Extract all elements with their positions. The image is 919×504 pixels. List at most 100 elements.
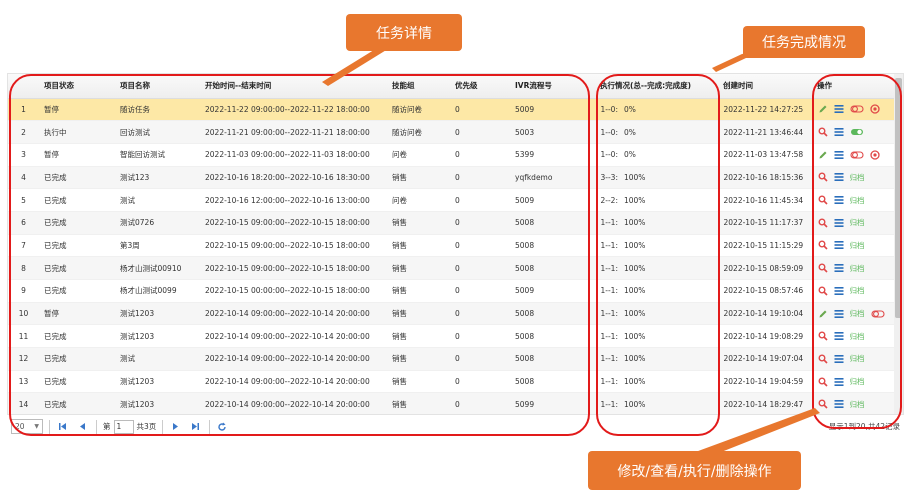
cell-priority: 0 — [451, 347, 511, 371]
search-icon[interactable] — [818, 195, 828, 205]
next-page-icon[interactable] — [167, 419, 183, 434]
col-header-ivr[interactable]: IVR流程号 — [511, 74, 596, 99]
refresh-icon[interactable] — [214, 419, 230, 434]
list-icon[interactable] — [834, 172, 844, 182]
search-icon[interactable] — [818, 354, 828, 364]
table-row[interactable]: 9 已完成 杨才山测试0099 2022-10-15 00:00:00--2022-1… — [8, 279, 903, 303]
last-page-icon[interactable] — [187, 419, 203, 434]
list-icon[interactable] — [834, 399, 844, 409]
search-icon[interactable] — [818, 263, 828, 273]
cell-exec: 1--1: 100% — [596, 302, 720, 326]
col-header-created[interactable]: 创建时间 — [719, 74, 813, 99]
list-icon[interactable] — [834, 331, 844, 341]
scrollbar-thumb[interactable] — [895, 78, 902, 318]
search-icon[interactable] — [818, 172, 828, 182]
table-row[interactable]: 3 暂停 智能回访测试 2022-11-03 09:00:00--2022-11-03… — [8, 143, 903, 167]
cell-created: 2022-10-16 11:45:34 — [719, 188, 814, 212]
list-icon[interactable] — [834, 150, 844, 160]
task-completion-callout: 任务完成情况 — [743, 26, 865, 58]
page-number-input[interactable]: 1 — [113, 419, 134, 434]
cell-ops: 归档 — [813, 188, 903, 212]
table-row[interactable]: 11 已完成 测试1203 2022-10-14 09:00:00--2022-10-… — [8, 324, 903, 349]
table-row[interactable]: 4 已完成 测试123 2022-10-16 18:20:00--2022-10-16… — [8, 166, 903, 190]
operations-callout: 修改/查看/执行/删除操作 — [588, 451, 801, 490]
archive-link[interactable]: 归档 — [850, 240, 865, 251]
cell-status: 已完成 — [40, 234, 116, 258]
archive-link[interactable]: 归档 — [850, 217, 865, 228]
list-icon[interactable] — [834, 263, 844, 273]
task-grid: 项目状态 项目名称 开始时间--结束时间 技能组 优先级 IVR流程号 执行情况… — [7, 73, 904, 438]
cell-ops: 归档 — [813, 279, 903, 303]
cell-ops: 归档 — [813, 324, 903, 349]
col-header-exec[interactable]: 执行情况(总--完成:完成度) — [596, 74, 719, 99]
prev-page-icon[interactable] — [74, 419, 90, 434]
exec-percent: 100% — [623, 331, 646, 341]
list-icon[interactable] — [834, 127, 844, 137]
table-row[interactable]: 14 已完成 测试1203 2022-10-14 09:00:00--2022-10-… — [8, 392, 903, 417]
table-row[interactable]: 1 暂停 随访任务 2022-11-22 09:00:00--2022-11-22 1… — [8, 98, 903, 122]
page-size-select[interactable]: 20 ▼ — [11, 419, 43, 434]
table-row[interactable]: 13 已完成 测试1203 2022-10-14 09:00:00--2022-10-… — [8, 370, 903, 394]
table-row[interactable]: 5 已完成 测试 2022-10-16 12:00:00--2022-10-16 13… — [8, 188, 903, 212]
edit-icon[interactable] — [818, 309, 828, 319]
table-row[interactable]: 12 已完成 测试 2022-10-14 09:00:00--2022-10-14 2… — [8, 347, 903, 371]
vertical-scrollbar[interactable] — [894, 74, 903, 419]
archive-link[interactable]: 归档 — [850, 331, 865, 342]
cell-created: 2022-11-03 13:47:58 — [719, 143, 814, 167]
delete-icon[interactable] — [869, 104, 880, 114]
archive-link[interactable]: 归档 — [850, 195, 865, 206]
table-row[interactable]: 7 已完成 第3周 2022-10-15 09:00:00--2022-10-15 1… — [8, 234, 903, 258]
first-page-icon[interactable] — [54, 419, 70, 434]
page-size-value: 20 — [15, 422, 25, 431]
delete-icon[interactable] — [869, 150, 880, 160]
search-icon[interactable] — [818, 218, 828, 228]
run-toggle-icon[interactable] — [849, 104, 864, 114]
list-icon[interactable] — [834, 286, 844, 296]
cell-ops — [813, 143, 903, 167]
run-toggle-icon[interactable] — [870, 309, 885, 319]
col-header-priority[interactable]: 优先级 — [451, 74, 511, 99]
table-row[interactable]: 2 执行中 回访测试 2022-11-21 09:00:00--2022-11-21 … — [8, 120, 903, 144]
list-icon[interactable] — [834, 195, 844, 205]
table-row[interactable]: 8 已完成 杨才山测试00910 2022-10-15 09:00:00--2022-… — [8, 256, 904, 280]
chevron-down-icon: ▼ — [34, 423, 39, 430]
list-icon[interactable] — [834, 309, 844, 319]
cell-ops: 归档 — [813, 211, 903, 235]
archive-link[interactable]: 归档 — [850, 172, 865, 183]
col-header-name[interactable]: 项目名称 — [116, 74, 201, 99]
table-row[interactable]: 10 暂停 测试1203 2022-10-14 09:00:00--2022-10-1… — [8, 302, 903, 326]
search-icon[interactable] — [818, 127, 828, 137]
search-icon[interactable] — [818, 331, 828, 341]
list-icon[interactable] — [834, 104, 844, 114]
search-icon[interactable] — [818, 377, 828, 387]
list-icon[interactable] — [834, 354, 844, 364]
table-row[interactable]: 6 已完成 测试0726 2022-10-15 09:00:00--2022-10-1… — [8, 211, 903, 235]
col-header-status[interactable]: 项目状态 — [40, 74, 116, 99]
list-icon[interactable] — [834, 240, 844, 250]
running-toggle-icon[interactable] — [850, 127, 864, 137]
page-total-label: 共3页 — [136, 422, 157, 431]
row-index: 3 — [8, 143, 40, 167]
cell-name: 测试0726 — [116, 211, 201, 235]
list-icon[interactable] — [834, 377, 844, 387]
search-icon[interactable] — [818, 286, 828, 296]
archive-link[interactable]: 归档 — [850, 263, 865, 274]
col-header-skill[interactable]: 技能组 — [388, 74, 451, 99]
archive-link[interactable]: 归档 — [850, 308, 865, 319]
archive-link[interactable]: 归档 — [850, 376, 865, 387]
search-icon[interactable] — [818, 240, 828, 251]
run-toggle-icon[interactable] — [849, 150, 864, 160]
cell-created: 2022-10-14 19:04:59 — [719, 370, 814, 394]
search-icon[interactable] — [818, 399, 828, 409]
list-icon[interactable] — [834, 218, 844, 228]
edit-icon[interactable] — [818, 150, 828, 160]
archive-link[interactable]: 归档 — [850, 399, 865, 410]
cell-time: 2022-10-14 09:00:00--2022-10-14 20:00:00 — [201, 347, 388, 371]
row-index: 13 — [8, 370, 40, 394]
col-header-time[interactable]: 开始时间--结束时间 — [201, 74, 388, 99]
archive-link[interactable]: 归档 — [850, 353, 865, 364]
archive-link[interactable]: 归档 — [850, 285, 865, 296]
cell-exec: 1--1: 100% — [596, 370, 720, 394]
edit-icon[interactable] — [818, 104, 828, 114]
row-actions: 归档 — [818, 263, 904, 274]
